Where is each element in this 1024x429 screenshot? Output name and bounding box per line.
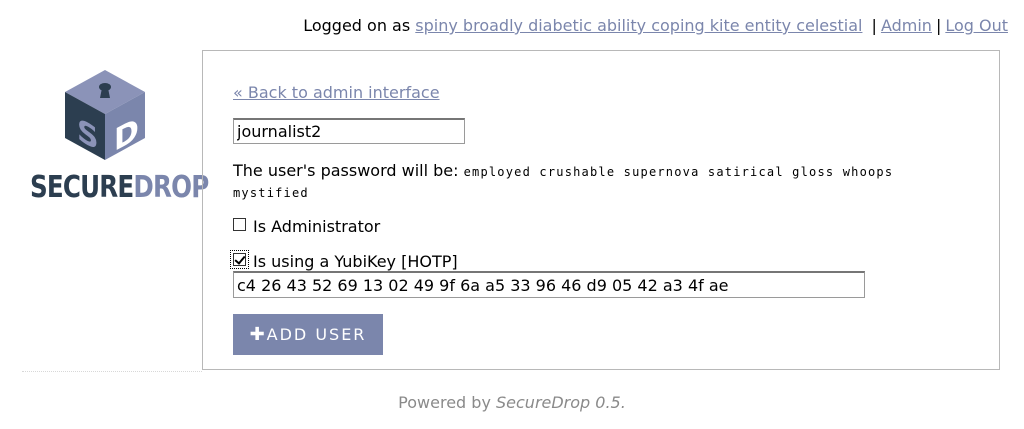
generated-password-line: The user's password will be: employed cr… <box>233 161 953 203</box>
product-version: SecureDrop 0.5. <box>496 393 626 412</box>
yubikey-checkbox[interactable] <box>230 250 249 269</box>
current-user-link[interactable]: spiny broadly diabetic ability coping ki… <box>415 16 862 35</box>
logo-word-drop: DROP <box>133 170 209 205</box>
session-bar: Logged on as spiny broadly diabetic abil… <box>303 16 1008 36</box>
logo-wordmark: SECUREDROP <box>30 170 209 206</box>
separator: | <box>935 16 942 35</box>
is-admin-label[interactable]: Is Administrator <box>253 217 380 237</box>
plus-icon: ✚ <box>249 324 265 345</box>
securedrop-logo[interactable]: S D SECUREDROP <box>30 70 209 210</box>
add-user-button[interactable]: ✚ ADD USER <box>233 314 383 355</box>
logout-link[interactable]: Log Out <box>945 16 1008 35</box>
logo-word-secure: SECURE <box>30 170 134 205</box>
add-user-panel: « Back to admin interface The user's pas… <box>202 50 1000 370</box>
footer-divider <box>22 371 202 372</box>
cube-logo-icon: S D <box>65 70 145 160</box>
admin-link[interactable]: Admin <box>881 16 932 35</box>
powered-by-label: Powered by <box>398 393 491 412</box>
logged-on-label: Logged on as <box>303 16 411 35</box>
yubikey-row: Is using a YubiKey [HOTP] <box>230 250 458 272</box>
is-admin-row: Is Administrator <box>233 217 380 237</box>
add-user-label: ADD USER <box>266 325 367 344</box>
footer: Powered by SecureDrop 0.5. <box>0 393 1024 413</box>
password-label: The user's password will be: <box>233 161 459 180</box>
yubikey-label[interactable]: Is using a YubiKey [HOTP] <box>253 252 458 272</box>
hotp-secret-input[interactable] <box>233 271 865 298</box>
back-to-admin-link[interactable]: « Back to admin interface <box>233 83 440 103</box>
separator: | <box>871 16 877 35</box>
is-admin-checkbox[interactable] <box>233 218 246 231</box>
username-input[interactable] <box>233 118 465 144</box>
